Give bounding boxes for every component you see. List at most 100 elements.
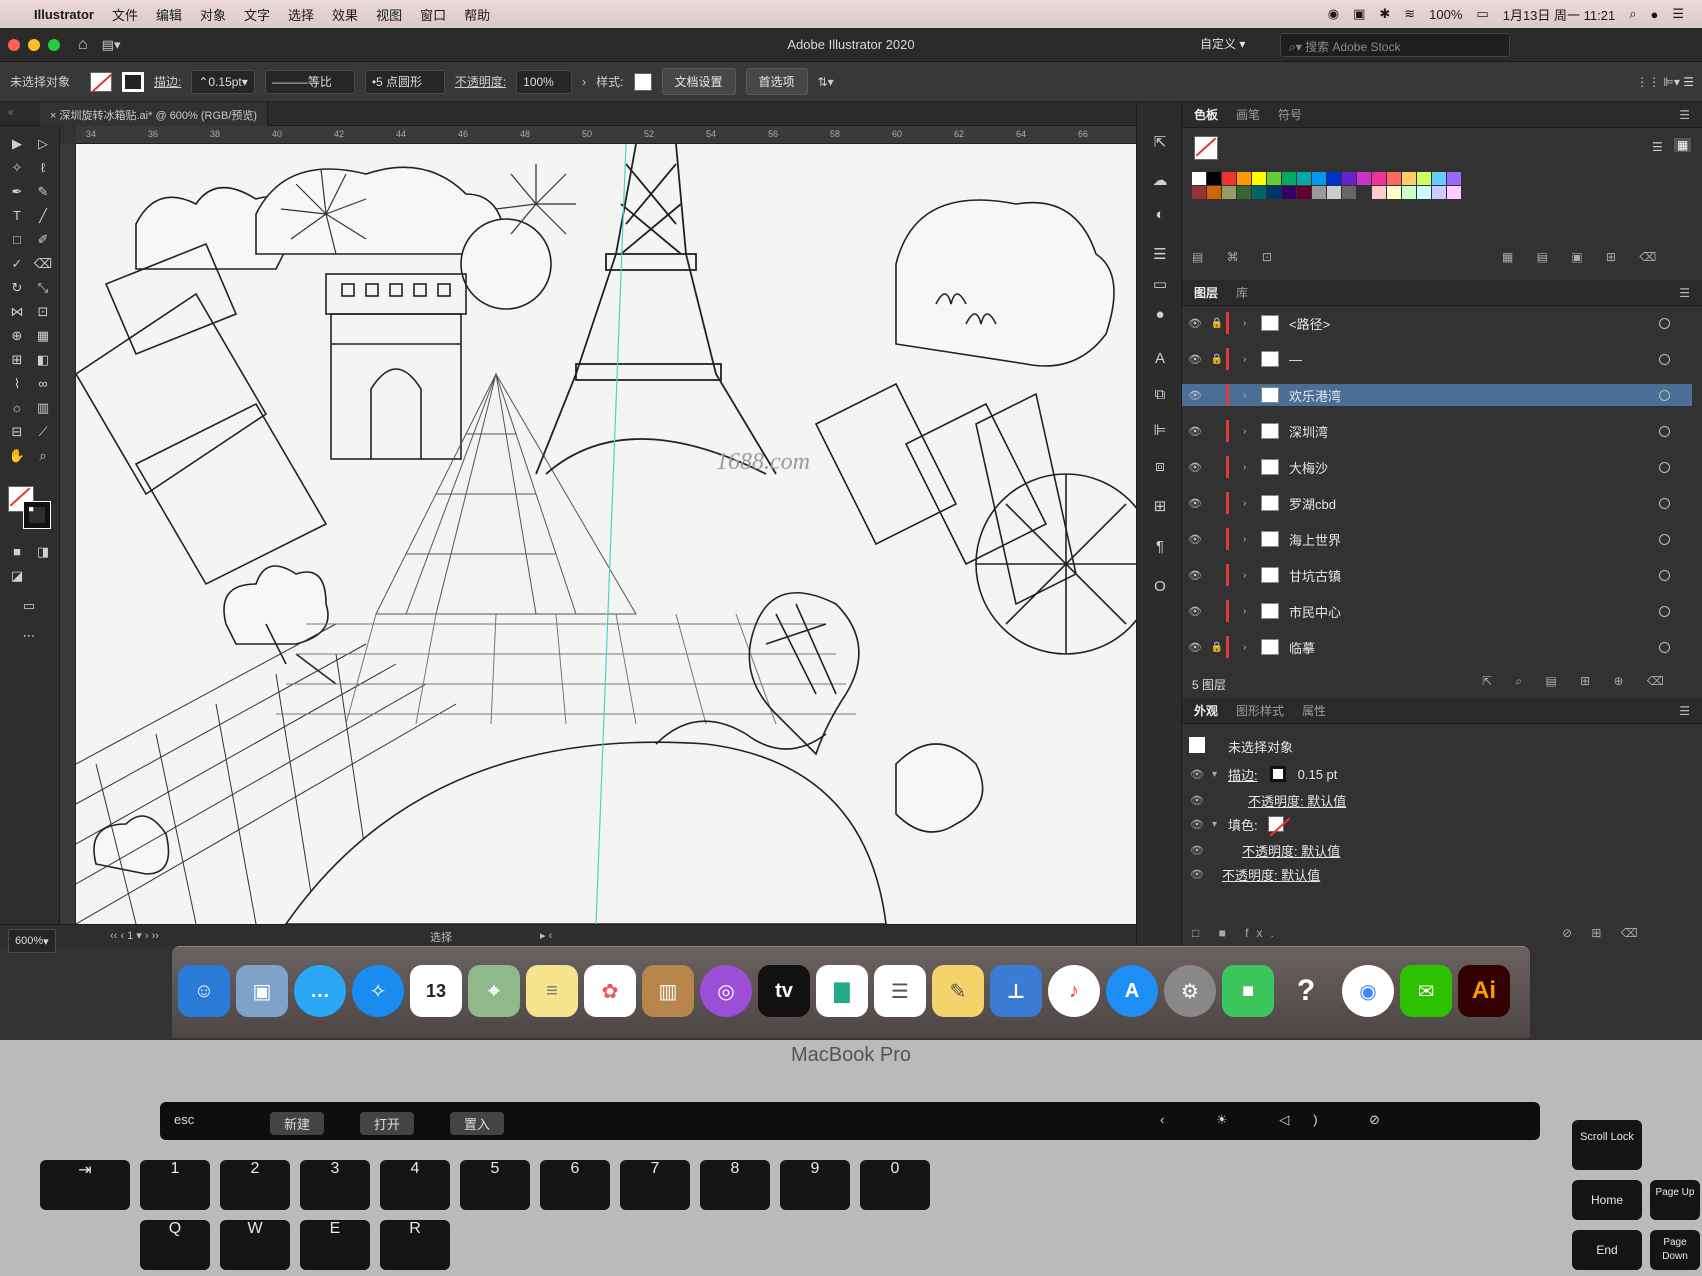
swatch[interactable] xyxy=(1417,172,1431,185)
swatch[interactable] xyxy=(1267,172,1281,185)
chevron-right-icon[interactable]: › xyxy=(1243,642,1261,653)
tab-brushes[interactable]: 画笔 xyxy=(1236,106,1260,123)
pen-tool-icon[interactable]: ✒ xyxy=(6,182,28,202)
swatch[interactable] xyxy=(1342,186,1356,199)
menu-help[interactable]: 帮助 xyxy=(464,5,490,24)
notes-icon[interactable]: ≡ xyxy=(526,965,578,1017)
key-3[interactable]: 3 xyxy=(300,1160,370,1210)
touchbar-place[interactable]: 置入 xyxy=(450,1112,505,1135)
color-guide-icon[interactable]: ☁ xyxy=(1147,168,1173,194)
layer-row[interactable]: 👁 › 罗湖cbd xyxy=(1182,492,1692,514)
key-page-up[interactable]: Page Up xyxy=(1650,1180,1700,1220)
appearance-stroke-row[interactable]: 👁 ▾ 描边: 0.15 pt xyxy=(1182,762,1692,786)
appearance-fill-row[interactable]: 👁 ▾ 填色: xyxy=(1182,812,1692,836)
swatch[interactable] xyxy=(1207,172,1221,185)
layer-row[interactable]: 👁 🔒 › — xyxy=(1182,348,1692,370)
control-center-icon[interactable]: ☰ xyxy=(1672,6,1684,22)
layer-row[interactable]: 👁 🔒 › <路径> xyxy=(1182,312,1692,334)
key-tab[interactable]: ⇥ xyxy=(40,1160,130,1210)
rotate-tool-icon[interactable]: ↻ xyxy=(6,278,28,298)
layer-name[interactable]: — xyxy=(1289,352,1302,367)
key-scroll-lock[interactable]: Scroll Lock xyxy=(1572,1120,1642,1170)
clock[interactable]: 1月13日 周一 11:21 xyxy=(1503,5,1615,24)
swatch-grid[interactable] xyxy=(1192,172,1461,199)
contacts-icon[interactable]: ▥ xyxy=(642,965,694,1017)
swatch[interactable] xyxy=(1357,172,1371,185)
direct-selection-tool-icon[interactable]: ▷ xyxy=(32,134,54,154)
chevron-right-icon[interactable]: › xyxy=(1243,426,1261,437)
transparency-icon[interactable]: ◐ xyxy=(1147,202,1173,228)
grid-view-icon[interactable]: ▦ xyxy=(1674,138,1692,152)
fill-stroke-widget[interactable] xyxy=(8,486,52,530)
gradient-tool-icon[interactable]: ◧ xyxy=(32,350,54,370)
swatch[interactable] xyxy=(1252,186,1266,199)
chevron-right-icon[interactable]: › xyxy=(1243,570,1261,581)
screen-mode-icon[interactable]: ▭ xyxy=(18,596,40,616)
wechat-icon[interactable]: ✉ xyxy=(1400,965,1452,1017)
swatch[interactable] xyxy=(1297,172,1311,185)
pathfinder-icon[interactable]: ⧉ xyxy=(1147,382,1173,408)
key-6[interactable]: 6 xyxy=(540,1160,610,1210)
appearance-actions-right[interactable]: ⊘ ⊞ ⌫ xyxy=(1562,926,1646,940)
menu-app-name[interactable]: Illustrator xyxy=(34,7,94,22)
color-mode-icon[interactable]: ■ xyxy=(6,542,28,562)
layer-row[interactable]: 👁 › 市民中心 xyxy=(1182,600,1692,622)
touchbar-new[interactable]: 新建 xyxy=(270,1112,325,1135)
swatch[interactable] xyxy=(1372,186,1386,199)
layer-row[interactable]: 👁 🔒 › 临摹 xyxy=(1182,636,1692,658)
stroke-weight-field[interactable]: ⌃ 0.15pt ▾ xyxy=(191,69,255,94)
preview-icon[interactable]: ▣ xyxy=(236,965,288,1017)
chevron-right-icon[interactable]: › xyxy=(1243,354,1261,365)
eye-icon[interactable]: 👁 xyxy=(1182,569,1208,582)
touchbar-esc[interactable]: esc xyxy=(174,1112,194,1127)
horizontal-ruler[interactable]: 34 36 38 40 42 44 46 48 50 52 54 56 58 6… xyxy=(76,126,1136,144)
key-2[interactable]: 2 xyxy=(220,1160,290,1210)
curvature-tool-icon[interactable]: ✎ xyxy=(32,182,54,202)
magic-wand-tool-icon[interactable]: ✧ xyxy=(6,158,28,178)
appearance-actions-left[interactable]: □ ■ fx. xyxy=(1192,926,1282,940)
gradient-mode-icon[interactable]: ◨ xyxy=(32,542,54,562)
menu-edit[interactable]: 编辑 xyxy=(156,5,182,24)
swatch[interactable] xyxy=(1327,186,1341,199)
gradient-panel-icon[interactable]: ▭ xyxy=(1147,272,1173,298)
tab-symbols[interactable]: 符号 xyxy=(1278,106,1302,123)
appearance-opacity[interactable]: 不透明度: 默认值 xyxy=(1222,865,1320,884)
target-icon[interactable] xyxy=(1659,461,1670,473)
eye-icon[interactable]: 👁 xyxy=(1182,353,1208,366)
chrome-icon[interactable]: ◉ xyxy=(1342,965,1394,1017)
swatch[interactable] xyxy=(1282,186,1296,199)
apple-tv-icon[interactable]: tv xyxy=(758,965,810,1017)
podcasts-icon[interactable]: ◎ xyxy=(700,965,752,1017)
bluetooth-icon[interactable]: ✱ xyxy=(1379,6,1390,22)
layers-actions[interactable]: ⇱ ⌕ ▤ ⊞ ⊕ ⌫ xyxy=(1482,674,1674,689)
artboard-nav[interactable]: ‹‹ ‹ 1 ▾ › ›› xyxy=(110,929,159,942)
stock-search-input[interactable]: ⌕▾ 搜索 Adobe Stock xyxy=(1280,33,1510,57)
opentype-panel-icon[interactable]: O xyxy=(1147,574,1173,600)
swatches-menu-icon[interactable]: ☰ xyxy=(1679,108,1690,122)
layer-row[interactable]: 👁 › 欢乐港湾 xyxy=(1182,384,1692,406)
target-icon[interactable] xyxy=(1659,569,1670,581)
wifi-icon[interactable]: ≋ xyxy=(1404,6,1415,22)
layer-name[interactable]: 罗湖cbd xyxy=(1289,494,1336,513)
workspace-switcher[interactable]: 自定义 ▾ xyxy=(1200,35,1245,52)
swatch[interactable] xyxy=(1372,172,1386,185)
paintbrush-tool-icon[interactable]: ✐ xyxy=(32,230,54,250)
app-store-icon[interactable]: A xyxy=(1106,965,1158,1017)
eyedropper-tool-icon[interactable]: ⌇ xyxy=(6,374,28,394)
type-tool-icon[interactable]: T xyxy=(6,206,28,226)
opacity-label[interactable]: 不透明度: xyxy=(455,73,506,90)
swatch[interactable] xyxy=(1282,172,1296,185)
chevron-right-icon[interactable]: › xyxy=(1243,498,1261,509)
swatch[interactable] xyxy=(1237,186,1251,199)
appearance-stroke-swatch[interactable] xyxy=(1269,766,1286,782)
free-transform-tool-icon[interactable]: ⊡ xyxy=(32,302,54,322)
siri-icon[interactable]: ● xyxy=(1650,7,1658,22)
target-icon[interactable] xyxy=(1659,497,1670,509)
menu-object[interactable]: 对象 xyxy=(200,5,226,24)
appearance-object-row[interactable]: 未选择对象 xyxy=(1182,734,1692,758)
layers-menu-icon[interactable]: ☰ xyxy=(1679,286,1690,300)
swatch[interactable] xyxy=(1387,186,1401,199)
layer-row[interactable]: 👁 › 海上世界 xyxy=(1182,528,1692,550)
scale-tool-icon[interactable]: ⤡ xyxy=(32,278,54,298)
eye-icon[interactable]: 👁 xyxy=(1182,818,1212,831)
